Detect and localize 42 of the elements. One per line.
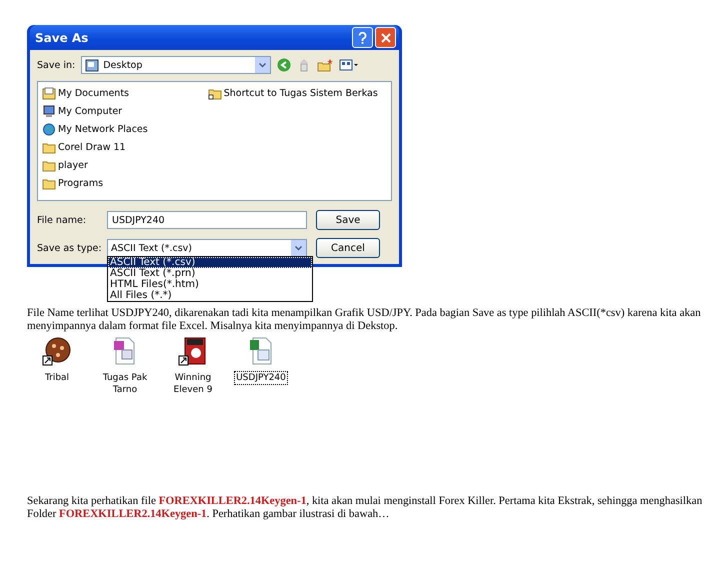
save-button[interactable]: Save xyxy=(316,210,380,230)
file-item[interactable]: Programs xyxy=(42,174,148,192)
desktop-icon xyxy=(85,58,100,72)
save-type-label: Save as type: xyxy=(37,242,103,254)
file-name-field[interactable]: USDJPY240 xyxy=(107,211,307,229)
desktop-icon-label[interactable]: USDJPY240 xyxy=(234,371,288,385)
chevron-down-icon xyxy=(295,246,302,250)
view-menu-icon[interactable] xyxy=(339,59,360,71)
file-item[interactable]: My Computer xyxy=(42,102,148,120)
globe-icon xyxy=(42,122,56,136)
file-item[interactable]: player xyxy=(42,156,148,174)
game-shortcut-icon xyxy=(42,336,72,366)
save-type-dropdown[interactable]: ASCII Text (*.csv) xyxy=(107,239,307,257)
file-item[interactable]: My Network Places xyxy=(42,120,148,138)
save-in-label: Save in: xyxy=(37,60,76,70)
folder-icon xyxy=(42,176,56,190)
chevron-down-icon xyxy=(259,62,266,68)
location-dropdown[interactable]: Desktop xyxy=(81,56,272,74)
shortcut-folder-icon xyxy=(208,86,222,100)
folder-icon xyxy=(42,140,56,154)
computer-icon xyxy=(42,104,56,118)
desktop-icon-label[interactable]: Tugas Pak Tarno xyxy=(97,371,153,397)
folder-icon xyxy=(42,158,56,172)
file-name-label: File name: xyxy=(37,214,88,226)
close-button[interactable] xyxy=(375,27,396,48)
new-folder-icon[interactable] xyxy=(317,58,334,72)
file-item[interactable]: My Documents xyxy=(42,84,148,102)
file-item[interactable]: Corel Draw 11 xyxy=(42,138,148,156)
help-button[interactable] xyxy=(352,27,373,48)
documents-icon xyxy=(42,86,56,100)
cancel-button[interactable]: Cancel xyxy=(316,238,380,258)
file-item[interactable]: Shortcut to Tugas Sistem Berkas xyxy=(208,84,378,102)
desktop-icon-label[interactable]: Winning Eleven 9 xyxy=(165,371,221,397)
paragraph: File Name terlihat USDJPY240, dikarenakan tadi kita menampilkan Grafik USD/JPY. Pada bagian Save as type pilihlah ASCII(*csv) karena kita akan menyimpannya dalam format file Excel. Misalnya kita menyimpannya di Dekstop. xyxy=(27,307,702,333)
close-icon xyxy=(380,32,390,42)
desktop-icon-label[interactable]: Tribal xyxy=(42,371,72,385)
back-icon[interactable] xyxy=(277,58,292,72)
paragraph: Sekarang kita perhatikan file FOREXKILLER2.14Keygen-1, kita akan mulai menginstall Forex Killer. Pertama kita Ekstrak, sehingga menghasilkan Folder FOREXKILLER2.14Keygen-1. Perhatikan gambar ilustrasi di bawah… xyxy=(27,495,704,521)
question-mark-icon xyxy=(358,32,367,44)
file-type-option[interactable]: ASCII Text (*.csv) xyxy=(108,257,312,268)
dialog-title: Save As xyxy=(35,30,88,44)
game-box-icon xyxy=(178,336,208,366)
